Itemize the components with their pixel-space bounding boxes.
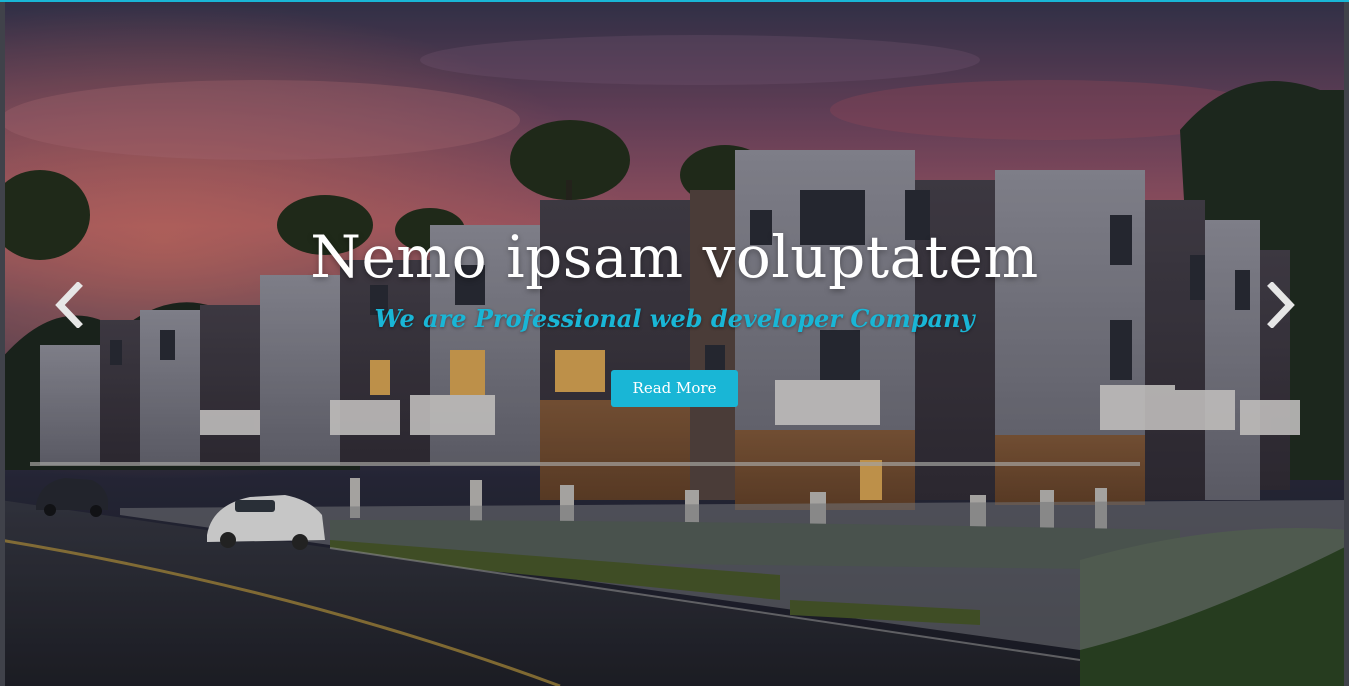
chevron-left-icon[interactable]	[50, 281, 90, 329]
read-more-button[interactable]: Read More	[610, 370, 739, 407]
left-frame-edge	[0, 0, 5, 686]
chevron-right-icon[interactable]	[1260, 281, 1300, 329]
hero-slider: Nemo ipsam voluptatem We are Professiona…	[0, 0, 1349, 686]
top-accent-line	[0, 0, 1349, 2]
slide-subtitle: We are Professional web developer Compan…	[374, 304, 975, 333]
right-frame-edge	[1344, 0, 1349, 686]
slide-caption: Nemo ipsam voluptatem We are Professiona…	[0, 218, 1349, 407]
slide-title: Nemo ipsam voluptatem	[310, 223, 1039, 291]
